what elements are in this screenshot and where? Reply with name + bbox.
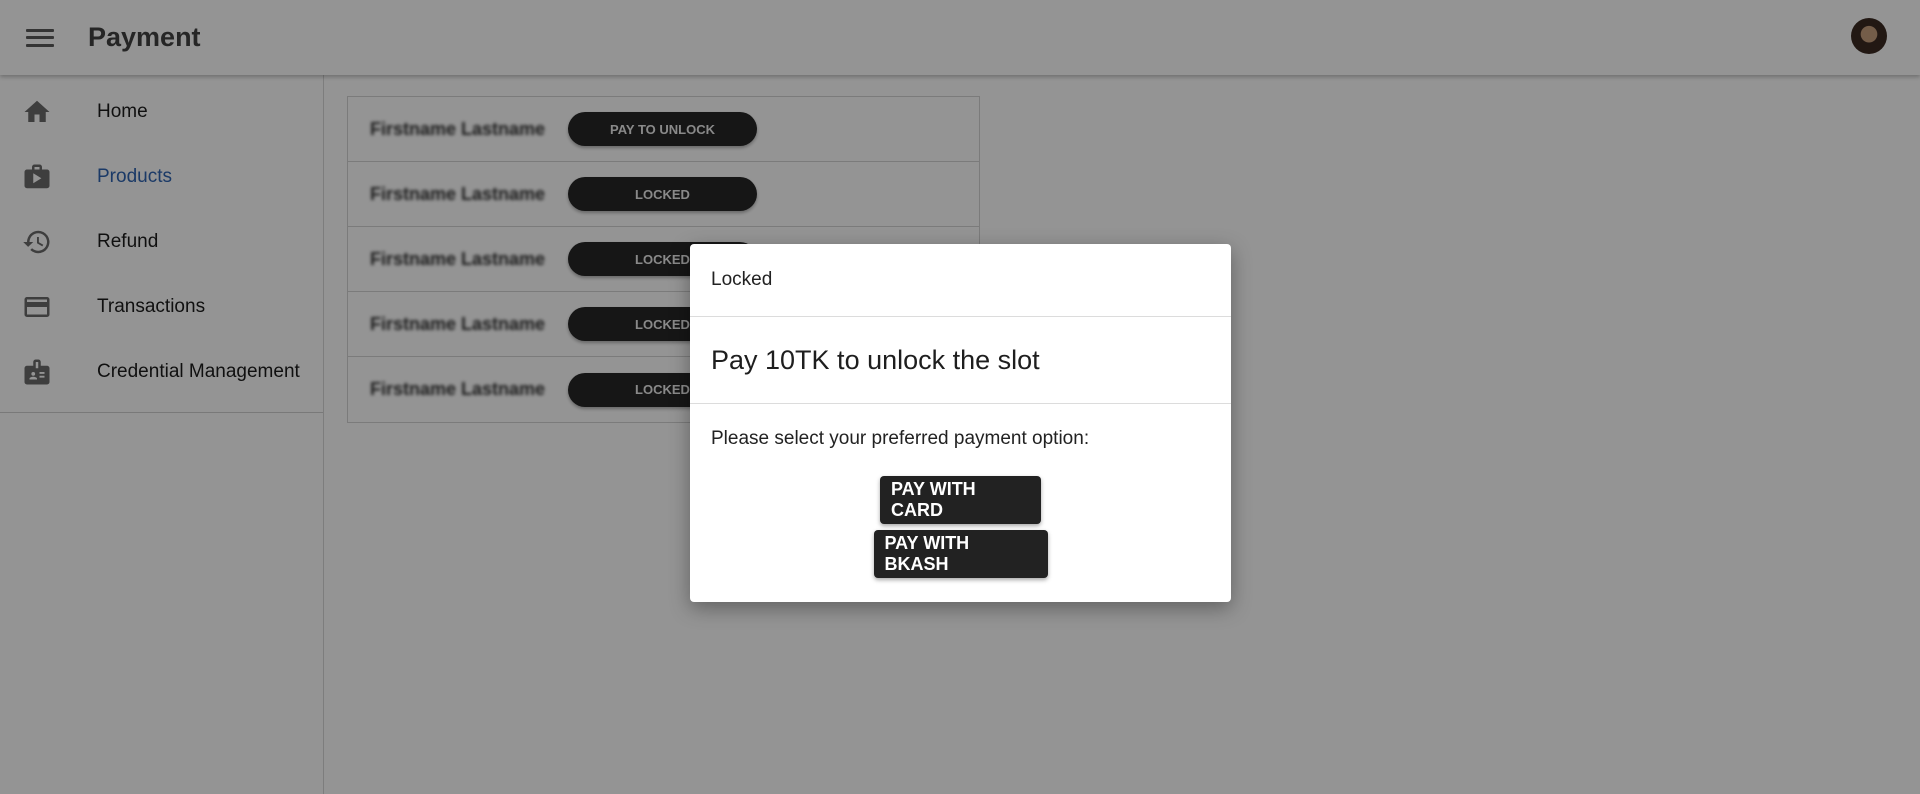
dialog-title-section: Pay 10TK to unlock the slot <box>690 317 1231 404</box>
dialog-actions: PAY WITH CARD PAY WITH BKASH <box>711 476 1210 578</box>
dialog-body: Please select your preferred payment opt… <box>690 404 1231 578</box>
dialog-title: Pay 10TK to unlock the slot <box>711 344 1040 375</box>
pay-with-card-button[interactable]: PAY WITH CARD <box>880 476 1041 524</box>
dialog-message: Please select your preferred payment opt… <box>711 428 1090 449</box>
pay-with-bkash-button[interactable]: PAY WITH BKASH <box>873 530 1048 578</box>
dialog-header: Locked <box>690 244 1231 317</box>
payment-dialog: Locked Pay 10TK to unlock the slot Pleas… <box>690 244 1231 602</box>
